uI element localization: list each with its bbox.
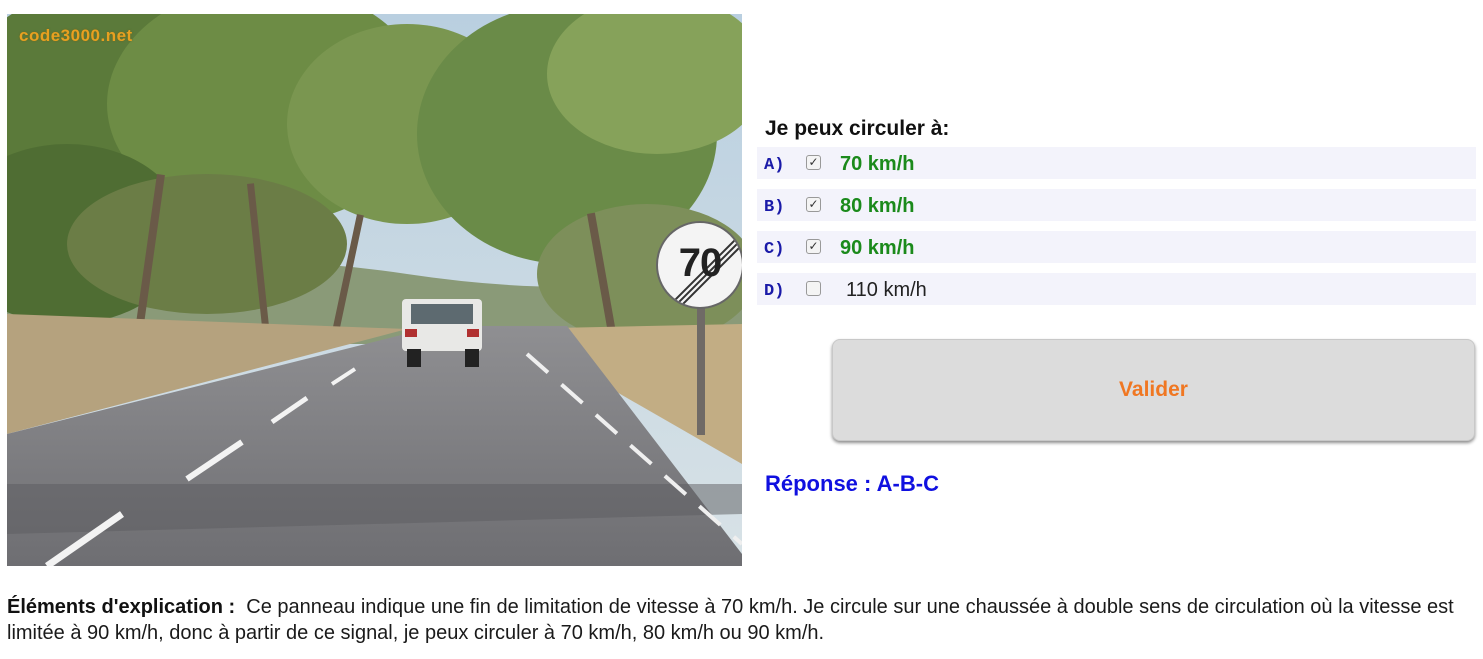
option-a-checkbox[interactable]: ✓ [806,155,821,170]
option-c-checkbox[interactable]: ✓ [806,239,821,254]
watermark-logo: code3000.net [19,26,133,45]
option-letter: B) [764,198,785,217]
option-b-checkbox[interactable]: ✓ [806,197,821,212]
end-speed-limit-sign: 70 [656,221,742,309]
option-label: 80 km/h [840,195,915,217]
question-title: Je peux circuler à: [765,117,950,140]
explanation-heading: Éléments d'explication : [7,596,236,618]
option-d-checkbox[interactable] [806,281,821,296]
option-d[interactable]: D) 110 km/h [757,273,1476,305]
option-a[interactable]: A) ✓ 70 km/h [757,147,1476,179]
option-c[interactable]: C) ✓ 90 km/h [757,231,1476,263]
answer-text: Réponse : A-B-C [765,471,939,496]
option-label: 70 km/h [840,153,915,175]
option-label: 90 km/h [840,237,915,259]
valider-button[interactable]: Valider [832,339,1475,441]
option-letter: C) [764,240,785,259]
sign-pole [697,307,705,435]
road-scene [7,14,742,566]
option-letter: A) [764,156,785,175]
option-label: 110 km/h [846,279,927,301]
option-letter: D) [764,282,785,301]
question-photo: code3000.net 70 [7,14,742,566]
explanation: Éléments d'explication : Ce panneau indi… [7,594,1477,646]
option-b[interactable]: B) ✓ 80 km/h [757,189,1476,221]
sign-number: 70 [678,241,723,285]
